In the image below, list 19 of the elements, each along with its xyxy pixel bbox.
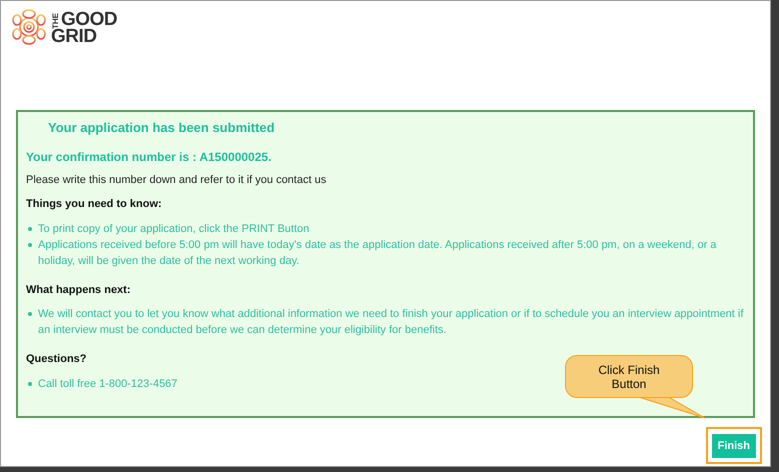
info-text: Call toll free 1-800-123-4567 (38, 376, 178, 392)
info-text: To print copy of your application, click the PRINT Button (38, 222, 310, 236)
bullet-icon (28, 226, 32, 230)
panel-title: Your application has been submitted (47, 119, 276, 137)
confirmation-number: Your confirmation number is : A150000025. (26, 148, 272, 166)
logo-text: GOOD (61, 11, 118, 28)
section-heading: Questions? (26, 352, 88, 367)
info-text: We will contact you to let you know what additional information we need to finish your application or if to schedule you an interview appointment if an interview must be conducted before we can determine your eligibility for benefits. (38, 307, 744, 338)
bullet-icon (28, 242, 32, 246)
section-heading: Things you need to know: (26, 197, 163, 212)
logo-text: GRID (51, 28, 98, 45)
bullet-icon (28, 312, 32, 316)
note-text: Please write this number down and refer to it if you contact us (26, 172, 328, 188)
info-text: Applications received before 5:00 pm will have today's date as the application date. Applications received after 5:00 pm, on a weekend, or a holiday, will be given the date of the next working day. (38, 238, 718, 268)
bullet-icon (28, 382, 32, 386)
section-heading: What happens next: (26, 282, 132, 298)
flower-logo-icon (11, 9, 47, 45)
logo-small-text: THE (51, 12, 60, 29)
finish-button[interactable]: Finish (712, 434, 756, 458)
